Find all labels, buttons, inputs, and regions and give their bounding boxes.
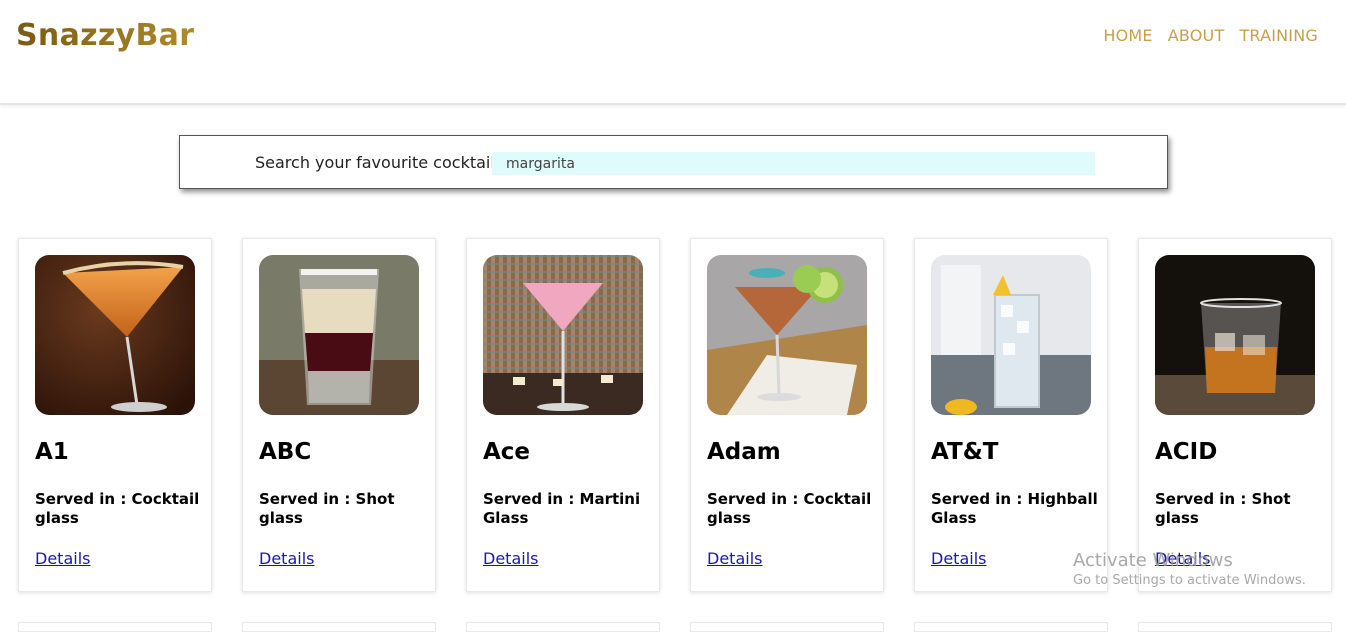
cocktail-card: ACID Served in : Shot glass Details: [1138, 238, 1332, 592]
navbar: SnazzyBar HOME ABOUT TRAINING: [0, 0, 1346, 105]
cocktail-card: Adam Served in : Cocktail glass Details: [690, 238, 884, 592]
brand-logo[interactable]: SnazzyBar: [16, 18, 194, 53]
served-in-text: Served in : Cocktail glass: [707, 490, 872, 527]
nav-home-link[interactable]: HOME: [1103, 26, 1152, 45]
nav-training-link[interactable]: TRAINING: [1239, 26, 1318, 45]
cocktail-name: ACID: [1155, 439, 1218, 465]
cocktail-image: [931, 255, 1091, 415]
cocktail-card-partial: [466, 622, 660, 632]
cocktail-image: [483, 255, 643, 415]
watermark-subtitle: Go to Settings to activate Windows.: [1073, 573, 1306, 588]
watermark-title: Activate Windows: [1073, 550, 1233, 571]
cocktail-image: [35, 255, 195, 415]
cocktail-name: ABC: [259, 439, 312, 465]
details-link[interactable]: Details: [707, 549, 762, 568]
cocktail-name: Adam: [707, 439, 781, 465]
details-link[interactable]: Details: [483, 549, 538, 568]
cocktail-image: [1155, 255, 1315, 415]
cocktail-image: [259, 255, 419, 415]
cocktail-card-partial: [690, 622, 884, 632]
cocktail-card-partial: [914, 622, 1108, 632]
cocktail-card-partial: [18, 622, 212, 632]
cocktail-card: ABC Served in : Shot glass Details: [242, 238, 436, 592]
nav-links: HOME ABOUT TRAINING: [1103, 26, 1318, 45]
search-label: Search your favourite cocktail: [255, 153, 495, 172]
cocktail-card: A1 Served in : Cocktail glass Details: [18, 238, 212, 592]
cocktail-name: Ace: [483, 439, 531, 465]
cocktail-image: [707, 255, 867, 415]
cocktail-name: A1: [35, 439, 69, 465]
cocktail-card: AT&T Served in : Highball Glass Details: [914, 238, 1108, 592]
cocktail-card-partial: [242, 622, 436, 632]
details-link[interactable]: Details: [931, 549, 986, 568]
served-in-text: Served in : Cocktail glass: [35, 490, 200, 527]
search-input[interactable]: [492, 152, 1095, 175]
details-link[interactable]: Details: [259, 549, 314, 568]
activate-windows-watermark: Activate Windows Go to Settings to activ…: [1073, 550, 1306, 588]
served-in-text: Served in : Martini Glass: [483, 490, 641, 527]
search-panel: Search your favourite cocktail: [179, 135, 1168, 189]
cocktail-name: AT&T: [931, 439, 999, 465]
served-in-text: Served in : Shot glass: [1155, 490, 1291, 527]
nav-about-link[interactable]: ABOUT: [1168, 26, 1225, 45]
details-link[interactable]: Details: [35, 549, 90, 568]
cocktail-card-partial: [1138, 622, 1332, 632]
served-in-text: Served in : Shot glass: [259, 490, 395, 527]
cocktail-card: Ace Served in : Martini Glass Details: [466, 238, 660, 592]
served-in-text: Served in : Highball Glass: [931, 490, 1098, 527]
